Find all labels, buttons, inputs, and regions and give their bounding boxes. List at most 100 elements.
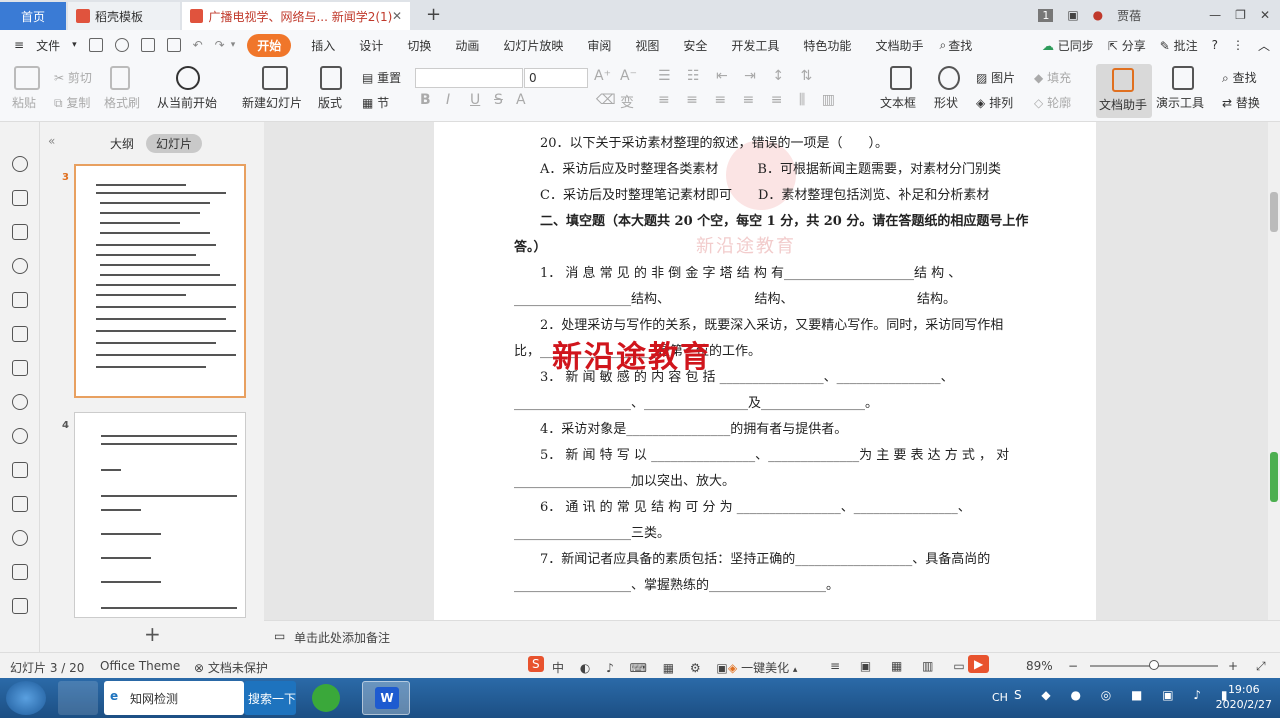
outline-tab[interactable]: 大纲: [100, 134, 144, 153]
more-icon[interactable]: ⋮: [1232, 38, 1244, 52]
slides-tab[interactable]: 幻灯片: [146, 134, 203, 153]
slide-line-2[interactable]: A．采访后应及时整理各类素材 B．可根据新闻主题需要，对素材分门别类: [540, 158, 1001, 177]
audio-icon[interactable]: [12, 496, 28, 512]
menu-hamburger-icon[interactable]: ≡: [0, 38, 36, 52]
window-count-badge[interactable]: 1: [1038, 8, 1054, 22]
user-name[interactable]: 贾蓓: [1117, 7, 1141, 24]
outline-button[interactable]: ◇ 轮廓: [1034, 94, 1071, 111]
print-icon[interactable]: [140, 38, 155, 52]
collapse-ribbon-icon[interactable]: ︿: [1258, 37, 1270, 54]
menu-doc-assistant[interactable]: 文档助手: [863, 37, 935, 54]
paste-icon[interactable]: [14, 66, 40, 90]
slide-line-14[interactable]: __________________加以突出、放大。: [514, 470, 735, 489]
slide-line-17[interactable]: 7．新闻记者应具备的素质包括：坚持正确的__________________、具…: [540, 548, 990, 567]
sync-status[interactable]: ☁ 已同步: [1042, 37, 1094, 54]
shape-button[interactable]: 形状: [934, 94, 958, 111]
slide-line-16[interactable]: __________________三类。: [514, 522, 670, 541]
history-icon[interactable]: [12, 394, 28, 410]
font-name-select[interactable]: [415, 68, 523, 88]
taskbar-app-colorful[interactable]: [58, 681, 98, 715]
undo-icon[interactable]: ↶: [193, 38, 203, 52]
slide-line-8[interactable]: 2．处理采访与写作的关系，既要深入采访，又要精心写作。同时，采访同写作相: [540, 314, 1003, 333]
layout-icon[interactable]: [320, 66, 342, 90]
zoom-slider[interactable]: [1090, 660, 1218, 670]
new-slide-button[interactable]: 新建幻灯片: [242, 94, 302, 111]
format-painter-button[interactable]: 格式刷: [104, 94, 140, 111]
font-color-button[interactable]: A: [516, 92, 526, 108]
menu-transition[interactable]: 切换: [395, 37, 443, 54]
arrange-button[interactable]: ◈ 排列: [976, 94, 1013, 111]
shapes-icon[interactable]: [12, 258, 28, 274]
bold-button[interactable]: B: [420, 92, 431, 108]
slide-line-7[interactable]: __________________结构、 结构、 结构。: [514, 288, 956, 307]
taskbar-360-icon[interactable]: [312, 684, 340, 712]
menu-developer[interactable]: 开发工具: [719, 37, 791, 54]
cut-button[interactable]: ✂ 剪切: [54, 69, 92, 86]
share-button[interactable]: ⇱ 分享: [1108, 37, 1146, 54]
slide-3-thumbnail[interactable]: [74, 164, 246, 398]
menu-search[interactable]: 查找: [946, 37, 984, 54]
section-button[interactable]: ▦ 节: [362, 94, 389, 111]
export-icon[interactable]: [114, 38, 129, 52]
format-painter-icon[interactable]: [110, 66, 130, 90]
new-tab-button[interactable]: +: [426, 4, 441, 25]
reset-button[interactable]: ▤ 重置: [362, 69, 401, 86]
adjust-icon[interactable]: [12, 292, 28, 308]
document-icon[interactable]: [12, 326, 28, 342]
fit-window-icon[interactable]: ⤢: [1256, 659, 1266, 674]
system-clock[interactable]: 19:06 2020/2/27: [1216, 682, 1272, 712]
slide-line-12[interactable]: 4．采访对象是________________的拥有者与提供者。: [540, 418, 847, 437]
zoom-out-icon[interactable]: −: [1068, 659, 1078, 673]
slide-4-thumbnail[interactable]: [74, 412, 246, 618]
replace-button[interactable]: ⇄ 替换: [1222, 94, 1260, 111]
from-current-button[interactable]: 从当前开始: [157, 94, 217, 111]
menu-file[interactable]: 文件: [36, 37, 72, 54]
italic-button[interactable]: I: [446, 92, 450, 108]
find-button[interactable]: ⌕ 查找: [1222, 69, 1257, 86]
protect-status[interactable]: ⊗ 文档未保护: [194, 659, 268, 676]
help-button[interactable]: ?: [1212, 38, 1218, 52]
slide-line-6[interactable]: 1． 消 息 常 见 的 非 倒 金 字 塔 结 构 有____________…: [540, 262, 961, 281]
strike-button[interactable]: S: [494, 92, 503, 108]
close-window-icon[interactable]: ✕: [1260, 8, 1270, 22]
ime-toolbar[interactable]: 中 ◐ ♪ ⌨ ▦ ⚙ ▣: [552, 659, 734, 676]
notes-placeholder[interactable]: 单击此处添加备注: [294, 629, 390, 646]
presenter-tools-button[interactable]: 演示工具: [1156, 94, 1204, 111]
taskbar-browser-search[interactable]: e 知网检测: [104, 681, 244, 715]
tab-template[interactable]: 稻壳模板: [68, 2, 180, 30]
slide-line-18[interactable]: __________________、掌握熟练的________________…: [514, 574, 839, 593]
list-buttons[interactable]: ☰ ☷ ⇤ ⇥ ↕ ⇅: [658, 68, 818, 84]
layout-icon[interactable]: ▣: [1067, 8, 1078, 22]
menu-security[interactable]: 安全: [671, 37, 719, 54]
menu-review[interactable]: 审阅: [575, 37, 623, 54]
tab-home[interactable]: 首页: [0, 2, 66, 30]
textbox-icon[interactable]: [890, 66, 912, 90]
scrollbar-thumb[interactable]: [1270, 192, 1278, 232]
picture-button[interactable]: ▨ 图片: [976, 69, 1015, 86]
image-icon[interactable]: [12, 462, 28, 478]
tab-document[interactable]: 广播电视学、网络与... 新闻学2(1)P ✕: [182, 2, 410, 30]
menu-animation[interactable]: 动画: [443, 37, 491, 54]
triangle-icon[interactable]: [12, 564, 28, 580]
slide-line-11[interactable]: __________________、________________及____…: [514, 392, 878, 411]
doc-assistant-button[interactable]: 文档助手: [1096, 64, 1152, 118]
slide-line-3[interactable]: C．采访后及时整理笔记素材即可 D．素材整理包括浏览、补足和分析素材: [540, 184, 989, 203]
phonetic-button[interactable]: 变: [620, 92, 634, 112]
play-icon[interactable]: [176, 66, 200, 90]
slide-line-1[interactable]: 20．以下关于采访素材整理的叙述，错误的一项是（ ）。: [540, 132, 888, 151]
theme-name[interactable]: Office Theme: [100, 659, 180, 673]
taskbar-wps-button[interactable]: W: [362, 681, 410, 715]
slide-line-5[interactable]: 答。）: [514, 236, 547, 255]
close-tab-icon[interactable]: ✕: [392, 9, 402, 23]
presenter-tools-icon[interactable]: [1172, 66, 1194, 90]
redo-icon[interactable]: ↷: [215, 38, 225, 52]
shrink-font-icon[interactable]: A⁻: [620, 68, 637, 84]
align-buttons[interactable]: ≡ ≡ ≡ ≡ ≡ ⫼ ▥: [658, 92, 841, 108]
canvas-scrollbar[interactable]: [1268, 122, 1280, 620]
menu-design[interactable]: 设计: [347, 37, 395, 54]
system-tray-icons[interactable]: S ◆ ● ◎ ■ ▣ ♪ ▮: [1014, 688, 1235, 702]
slide-line-13[interactable]: 5． 新 闻 特 写 以 ________________、__________…: [540, 444, 1009, 463]
star-icon[interactable]: [12, 156, 28, 172]
menu-insert[interactable]: 插入: [299, 37, 347, 54]
input-language[interactable]: CH: [992, 691, 1008, 704]
